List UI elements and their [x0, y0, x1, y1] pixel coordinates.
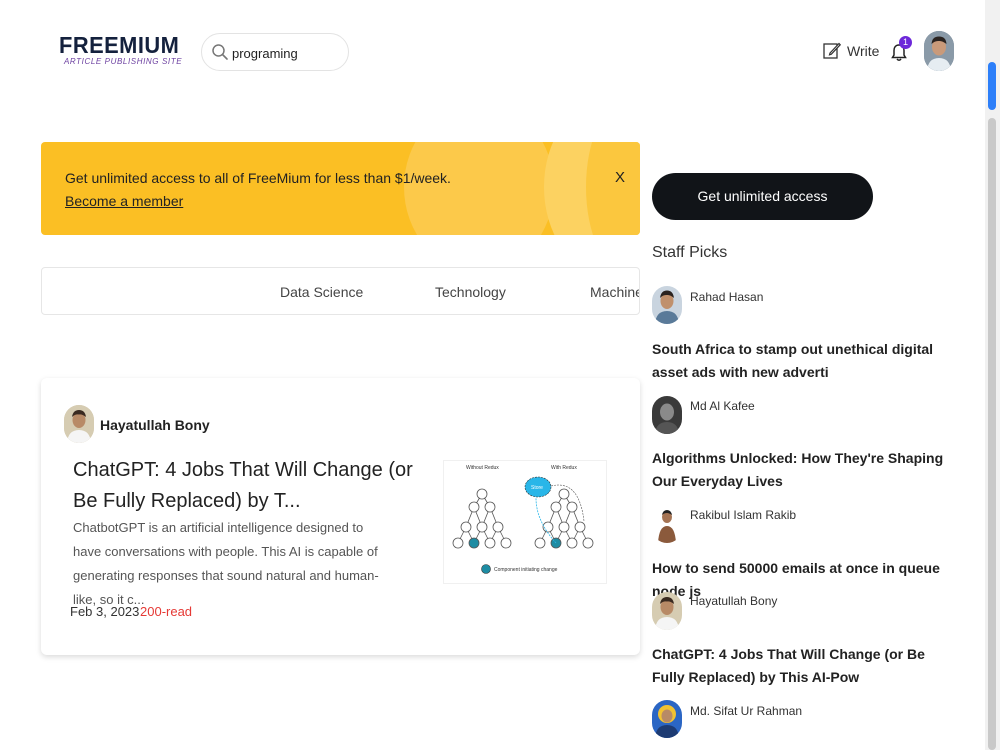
article-date: Feb 3, 2023	[70, 604, 140, 619]
pick-title[interactable]: South Africa to stamp out unethical digi…	[652, 338, 952, 384]
get-unlimited-access-button[interactable]: Get unlimited access	[652, 173, 873, 220]
write-button[interactable]: Write	[823, 41, 879, 60]
author-name[interactable]: Hayatullah Bony	[100, 417, 210, 433]
pick-author-name[interactable]: Rahad Hasan	[690, 290, 763, 304]
category-data-science[interactable]: Data Science	[280, 284, 363, 300]
edit-icon	[823, 42, 841, 59]
article-read-count: 200-read	[140, 604, 193, 619]
scrollbar-thumb[interactable]	[988, 62, 996, 110]
thumb-label-without-redux: Without Redux	[466, 465, 499, 471]
staff-picks-heading: Staff Picks	[652, 244, 728, 261]
banner-text: Get unlimited access to all of FreeMium …	[65, 170, 451, 186]
pick-title[interactable]: ChatGPT: 4 Jobs That Will Change (or Be …	[652, 643, 952, 689]
become-member-link[interactable]: Become a member	[65, 193, 183, 209]
article-card[interactable]: Hayatullah Bony ChatGPT: 4 Jobs That Wil…	[41, 378, 640, 655]
search-icon	[212, 44, 228, 60]
pick-author-name[interactable]: Rakibul Islam Rakib	[690, 508, 796, 522]
article-thumbnail[interactable]: Without Redux With Redux Store Component…	[443, 460, 607, 584]
membership-banner: Get unlimited access to all of FreeMium …	[41, 142, 640, 235]
thumb-label-store: Store	[531, 485, 543, 491]
pick-author-name[interactable]: Md. Sifat Ur Rahman	[690, 704, 802, 718]
category-technology[interactable]: Technology	[435, 284, 506, 300]
logo-subtitle: ARTICLE PUBLISHING SITE	[64, 57, 183, 66]
pick-author-name[interactable]: Md Al Kafee	[690, 399, 755, 413]
search-input[interactable]	[232, 43, 342, 63]
category-bar: Data Science Technology Machine L	[41, 267, 640, 315]
pick-author-avatar[interactable]	[652, 396, 682, 434]
pick-author-avatar[interactable]	[652, 505, 682, 543]
category-machine-learning[interactable]: Machine L	[590, 284, 639, 300]
pick-author-name[interactable]: Hayatullah Bony	[690, 594, 777, 608]
pick-author-avatar[interactable]	[652, 286, 682, 324]
author-avatar[interactable]	[64, 405, 94, 443]
banner-decoration	[404, 142, 554, 235]
logo-title: FREEMIUM	[59, 32, 180, 58]
pick-author-avatar[interactable]	[652, 700, 682, 738]
article-excerpt: ChatbotGPT is an artificial intelligence…	[73, 520, 379, 607]
user-avatar[interactable]	[924, 31, 954, 71]
scrollbar-rail	[988, 118, 996, 750]
banner-close-button[interactable]: X	[615, 169, 625, 186]
write-label: Write	[847, 42, 880, 59]
pick-author-avatar[interactable]	[652, 592, 682, 630]
banner-decoration	[586, 142, 640, 235]
notification-badge: 1	[899, 36, 912, 49]
thumb-label-with-redux: With Redux	[551, 465, 577, 471]
article-title[interactable]: ChatGPT: 4 Jobs That Will Change (or Be …	[73, 455, 418, 517]
thumb-legend: Component initiating change	[494, 567, 558, 573]
pick-title[interactable]: Algorithms Unlocked: How They're Shaping…	[652, 447, 952, 493]
site-logo[interactable]: FREEMIUM ARTICLE PUBLISHING SITE	[59, 33, 186, 67]
search-box[interactable]	[201, 33, 349, 71]
page: FREEMIUM ARTICLE PUBLISHING SITE Write 1	[0, 0, 1000, 750]
